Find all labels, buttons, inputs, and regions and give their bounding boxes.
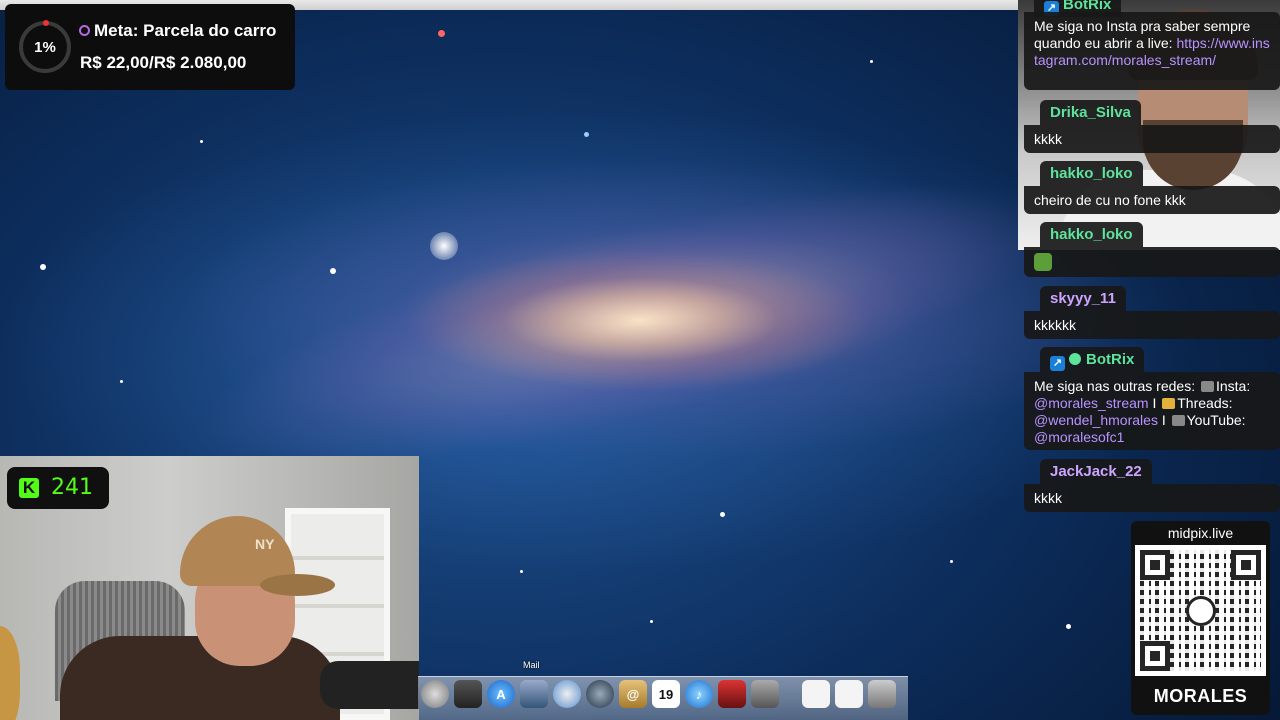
threads-icon [1162,398,1176,409]
viewer-count: 241 [51,475,93,500]
trash-icon[interactable] [868,680,896,708]
star [438,30,445,37]
finder-icon[interactable] [421,680,449,708]
goal-widget: 1% Meta: Parcela do carro R$ 22,00/R$ 2.… [5,4,295,90]
verified-badge-icon [1069,353,1081,365]
chat-username: Drika_Silva [1040,100,1141,125]
star [520,570,523,573]
chat-username: skyyy_11 [1040,286,1126,311]
bot-badge-icon: ↗ [1050,356,1065,371]
star [330,268,336,274]
itunes-icon[interactable]: ♪ [685,680,713,708]
star [650,620,653,623]
instagram-handle[interactable]: @morales_stream [1034,395,1149,411]
qr-code[interactable] [1135,545,1266,676]
qr-brand: MORALES [1153,686,1248,706]
star [120,380,123,383]
qr-url: midpix.live [1167,525,1234,541]
cap-brim [260,574,335,596]
star [870,60,873,63]
chat-username: JackJack_22 [1040,459,1152,484]
star [40,264,46,270]
photo-booth-icon[interactable] [718,680,746,708]
chat-message: kkkk [1024,125,1280,153]
youtube-icon [1171,415,1185,426]
chat-username: hakko_loko [1040,222,1143,247]
mail-icon[interactable] [520,680,548,708]
star [430,232,458,260]
qr-card: midpix.live MORALES [1131,521,1270,715]
dock-tooltip: Mail [523,660,540,670]
star [950,560,953,563]
chat-message [1024,247,1280,277]
facetime-icon[interactable] [586,680,614,708]
preview-icon[interactable] [751,680,779,708]
document-icon[interactable] [802,680,830,708]
goal-dot-icon [79,25,90,36]
chat-message: kkkk [1024,484,1280,512]
safari-icon[interactable] [553,680,581,708]
goal-amount: R$ 22,00/R$ 2.080,00 [80,53,247,72]
spreadsheet-icon[interactable] [835,680,863,708]
chat-message: Me siga no Insta pra saber sempre quando… [1024,12,1280,90]
chat-message: cheiro de cu no fone kkk [1024,186,1280,214]
contacts-icon[interactable]: @ [619,680,647,708]
star [720,512,725,517]
microphone [320,661,419,709]
calendar-icon[interactable]: 19 [652,680,680,708]
kick-icon: K [19,478,39,498]
goal-title: Meta: Parcela do carro [94,21,277,40]
streamer-body [60,636,340,720]
app-store-icon[interactable]: A [487,680,515,708]
threads-handle[interactable]: @wendel_hmorales [1034,412,1158,428]
cap-logo: NY [255,536,275,552]
star [584,132,589,137]
camera-icon [1200,381,1214,392]
chat-username: hakko_loko [1040,161,1143,186]
star [1066,624,1071,629]
guitar [0,626,20,720]
viewer-counter: K 241 [7,467,109,509]
chat-username: ↗ BotRix [1040,347,1145,372]
dashboard-icon[interactable] [454,680,482,708]
goal-percent: 1% [34,38,56,56]
chat-message: Me siga nas outras redes: Insta: @morale… [1024,372,1280,450]
emote-icon [1034,253,1052,271]
chat-message: kkkkkk [1024,311,1280,339]
youtube-handle[interactable]: @moralesofc1 [1034,429,1124,445]
star [200,140,203,143]
